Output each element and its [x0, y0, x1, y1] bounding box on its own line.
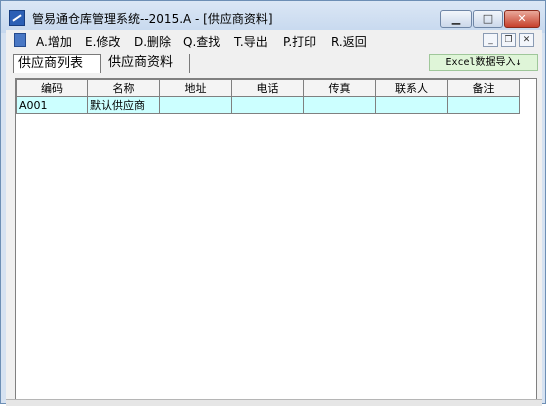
app-logo-icon [9, 10, 25, 26]
excel-import-button[interactable]: Excel数据导入↓ [429, 54, 538, 71]
column-header-name[interactable]: 名称 [87, 79, 160, 97]
mdi-restore-button[interactable]: ❐ [501, 33, 516, 47]
maximize-button[interactable]: □ [473, 10, 503, 28]
menu-export[interactable]: T.导出 [234, 33, 268, 50]
cell-phone[interactable] [231, 96, 304, 114]
mdi-close-button[interactable]: ✕ [519, 33, 534, 47]
title-bar[interactable]: 管易通仓库管理系统--2015.A - [供应商资料] ▁ □ ✕ [1, 1, 545, 33]
column-header-remark[interactable]: 备注 [447, 79, 520, 97]
cell-remark[interactable] [447, 96, 520, 114]
column-header-fax[interactable]: 传真 [303, 79, 376, 97]
tab-supplier-list[interactable]: 供应商列表 [13, 54, 101, 73]
minimize-button[interactable]: ▁ [440, 10, 472, 28]
column-header-address[interactable]: 地址 [159, 79, 232, 97]
cell-contact[interactable] [375, 96, 448, 114]
data-grid: 编码 名称 地址 电话 传真 联系人 备注 A001 默认供应商 [16, 79, 520, 114]
client-area: 供应商列表 供应商资料 Excel数据导入↓ 编码 名称 地址 电话 传真 联系… [6, 51, 542, 405]
close-button[interactable]: ✕ [504, 10, 540, 28]
table-row[interactable]: A001 默认供应商 [16, 96, 520, 114]
menu-return[interactable]: R.返回 [331, 33, 367, 50]
header-row: 编码 名称 地址 电话 传真 联系人 备注 [16, 79, 520, 97]
menu-find[interactable]: Q.查找 [183, 33, 220, 50]
menu-bar: A.增加 E.修改 D.删除 Q.查找 T.导出 P.打印 R.返回 _ ❐ ✕ [6, 30, 542, 52]
cell-fax[interactable] [303, 96, 376, 114]
tab-supplier-info[interactable]: 供应商资料 [104, 54, 190, 73]
status-bar [6, 399, 542, 406]
cell-name[interactable]: 默认供应商 [87, 96, 160, 114]
mdi-minimize-button[interactable]: _ [483, 33, 498, 47]
document-icon [14, 33, 26, 47]
menu-add[interactable]: A.增加 [36, 33, 72, 50]
menu-delete[interactable]: D.删除 [134, 33, 171, 50]
column-header-code[interactable]: 编码 [16, 79, 88, 97]
column-header-contact[interactable]: 联系人 [375, 79, 448, 97]
menu-edit[interactable]: E.修改 [85, 33, 120, 50]
menu-print[interactable]: P.打印 [283, 33, 316, 50]
main-window: 管易通仓库管理系统--2015.A - [供应商资料] ▁ □ ✕ A.增加 E… [0, 0, 546, 406]
window-title: 管易通仓库管理系统--2015.A - [供应商资料] [32, 12, 273, 26]
column-header-phone[interactable]: 电话 [231, 79, 304, 97]
supplier-table[interactable]: 编码 名称 地址 电话 传真 联系人 备注 A001 默认供应商 [15, 78, 537, 404]
cell-address[interactable] [159, 96, 232, 114]
cell-code[interactable]: A001 [16, 96, 88, 114]
